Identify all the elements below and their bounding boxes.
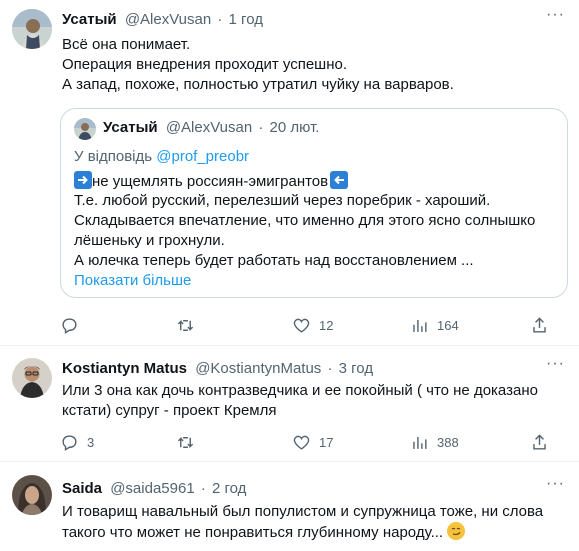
views-button[interactable]: 388 <box>410 432 459 452</box>
tweet-text: Или 3 она как дочь контразведчика и ее п… <box>62 382 538 419</box>
retweet-icon <box>177 436 194 448</box>
author-name[interactable]: Saida <box>62 480 102 497</box>
separator-dot: · <box>217 11 223 28</box>
tweet-actions: 3 17 388 <box>60 432 570 452</box>
smirk-emoji-icon <box>447 522 466 540</box>
reply-context: У відповідь @prof_preobr <box>74 148 250 165</box>
quoted-author-handle: @AlexVusan <box>165 119 253 136</box>
separator-dot: · <box>200 480 206 497</box>
like-button[interactable]: 12 <box>292 315 333 335</box>
retweet-button[interactable] <box>176 315 203 335</box>
tweet-text: И товарищ навальный был популистом и суп… <box>62 503 544 541</box>
tweet-text: Всё она понимает. Операция внедрения про… <box>62 36 454 93</box>
views-button[interactable]: 164 <box>410 315 459 335</box>
reply-button[interactable]: 3 <box>60 432 94 452</box>
tweet-actions: 12 164 <box>60 315 570 335</box>
reply-handle-link[interactable]: @prof_preobr <box>156 148 249 165</box>
avatar <box>74 118 96 140</box>
reply-icon <box>62 317 77 334</box>
show-more-link[interactable]: Показати більше <box>74 271 191 291</box>
arrow-right-emoji-icon <box>74 171 92 189</box>
share-icon <box>533 316 546 333</box>
quoted-timestamp: 20 лют. <box>269 119 320 136</box>
tweet-3[interactable]: Saida @saida5961 · 2 год ··· И товарищ н… <box>0 462 579 551</box>
share-button[interactable] <box>530 432 549 452</box>
author-name[interactable]: Kostiantyn Matus <box>62 360 187 377</box>
author-handle[interactable]: @KostiantynMatus <box>195 360 321 377</box>
quoted-text: не ущемлять россиян-эмигрантов Т.е. любо… <box>74 171 536 269</box>
more-dots-icon[interactable]: ··· <box>546 355 565 373</box>
avatar[interactable] <box>12 475 52 515</box>
retweet-button[interactable] <box>176 432 203 452</box>
separator-dot: · <box>327 360 333 377</box>
retweet-icon <box>177 319 194 331</box>
heart-icon <box>293 318 310 333</box>
heart-icon <box>293 435 310 450</box>
timestamp[interactable]: 2 год <box>212 480 246 497</box>
timestamp[interactable]: 1 год <box>229 11 263 28</box>
like-button[interactable]: 17 <box>292 432 333 452</box>
author-name[interactable]: Усатый <box>62 11 117 28</box>
more-dots-icon[interactable]: ··· <box>546 6 565 24</box>
tweet-2[interactable]: Kostiantyn Matus @KostiantynMatus · 3 го… <box>0 346 579 461</box>
views-icon <box>413 319 427 332</box>
quoted-author-name: Усатый <box>103 119 158 136</box>
author-handle[interactable]: @AlexVusan <box>125 11 211 28</box>
reply-button[interactable] <box>60 315 87 335</box>
arrow-left-emoji-icon <box>330 171 349 189</box>
views-icon <box>413 436 427 449</box>
avatar[interactable] <box>12 358 52 398</box>
separator-dot: · <box>258 119 264 136</box>
share-button[interactable] <box>530 315 549 335</box>
tweet-1[interactable]: Усатый @AlexVusan · 1 год ··· Всё она по… <box>0 0 579 345</box>
quoted-tweet[interactable]: Усатый @AlexVusan · 20 лют. У відповідь … <box>60 108 568 298</box>
more-dots-icon[interactable]: ··· <box>546 475 565 493</box>
timestamp[interactable]: 3 год <box>339 360 373 377</box>
reply-icon <box>62 434 77 451</box>
share-icon <box>533 433 546 450</box>
avatar[interactable] <box>12 9 52 49</box>
author-handle[interactable]: @saida5961 <box>110 480 194 497</box>
